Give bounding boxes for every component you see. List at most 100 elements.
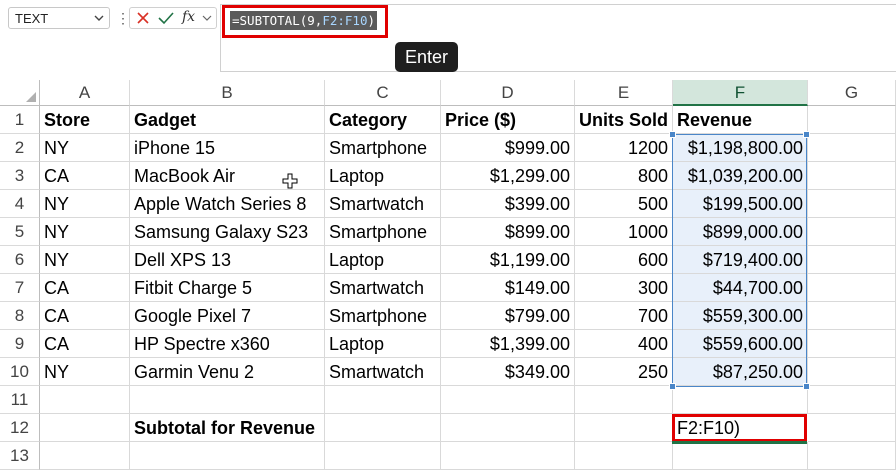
column-header-d[interactable]: D (441, 80, 575, 106)
enter-check-icon[interactable] (158, 11, 174, 25)
cell-d4[interactable]: $399.00 (441, 190, 575, 218)
cell-g12[interactable] (808, 414, 896, 442)
cell-b2[interactable]: iPhone 15 (130, 134, 325, 162)
cell-b9[interactable]: HP Spectre x360 (130, 330, 325, 358)
cell-c6[interactable]: Laptop (325, 246, 441, 274)
cell-e11[interactable] (575, 386, 673, 414)
row-header-6[interactable]: 6 (0, 246, 40, 274)
cell-b6[interactable]: Dell XPS 13 (130, 246, 325, 274)
cell-c9[interactable]: Laptop (325, 330, 441, 358)
cell-a6[interactable]: NY (40, 246, 130, 274)
cell-b5[interactable]: Samsung Galaxy S23 (130, 218, 325, 246)
chevron-down-icon[interactable] (93, 12, 105, 24)
cell-g11[interactable] (808, 386, 896, 414)
cell-c10[interactable]: Smartwatch (325, 358, 441, 386)
cell-g6[interactable] (808, 246, 896, 274)
cell-d11[interactable] (441, 386, 575, 414)
cell-c7[interactable]: Smartwatch (325, 274, 441, 302)
cell-c2[interactable]: Smartphone (325, 134, 441, 162)
cell-g9[interactable] (808, 330, 896, 358)
cell-b13[interactable] (130, 442, 325, 470)
cell-f7[interactable]: $44,700.00 (673, 274, 808, 302)
cell-d8[interactable]: $799.00 (441, 302, 575, 330)
name-box[interactable]: TEXT (8, 7, 110, 29)
cell-d1[interactable]: Price ($) (441, 106, 575, 134)
cell-a13[interactable] (40, 442, 130, 470)
cell-b8[interactable]: Google Pixel 7 (130, 302, 325, 330)
cell-g3[interactable] (808, 162, 896, 190)
cell-d9[interactable]: $1,399.00 (441, 330, 575, 358)
row-header-10[interactable]: 10 (0, 358, 40, 386)
cell-g5[interactable] (808, 218, 896, 246)
cell-a8[interactable]: CA (40, 302, 130, 330)
cell-e5[interactable]: 1000 (575, 218, 673, 246)
cell-d13[interactable] (441, 442, 575, 470)
column-header-a[interactable]: A (40, 80, 130, 106)
row-header-4[interactable]: 4 (0, 190, 40, 218)
cancel-icon[interactable] (136, 11, 150, 25)
cell-b10[interactable]: Garmin Venu 2 (130, 358, 325, 386)
cell-b11[interactable] (130, 386, 325, 414)
select-all-icon[interactable] (26, 92, 36, 102)
cell-g13[interactable] (808, 442, 896, 470)
cell-d2[interactable]: $999.00 (441, 134, 575, 162)
cell-f4[interactable]: $199,500.00 (673, 190, 808, 218)
cell-f10[interactable]: $87,250.00 (673, 358, 808, 386)
range-handle-bottom-left[interactable] (669, 383, 676, 390)
cell-g8[interactable] (808, 302, 896, 330)
cell-a9[interactable]: CA (40, 330, 130, 358)
cell-e3[interactable]: 800 (575, 162, 673, 190)
range-handle-bottom-right[interactable] (803, 383, 810, 390)
cell-b7[interactable]: Fitbit Charge 5 (130, 274, 325, 302)
cell-e13[interactable] (575, 442, 673, 470)
cell-a12[interactable] (40, 414, 130, 442)
cell-c1[interactable]: Category (325, 106, 441, 134)
range-handle-top-left[interactable] (669, 131, 676, 138)
column-header-g[interactable]: G (808, 80, 896, 106)
cell-e10[interactable]: 250 (575, 358, 673, 386)
row-header-8[interactable]: 8 (0, 302, 40, 330)
row-header-9[interactable]: 9 (0, 330, 40, 358)
row-header-13[interactable]: 13 (0, 442, 40, 470)
subtotal-label[interactable]: Subtotal for Revenue (130, 414, 325, 442)
cell-f6[interactable]: $719,400.00 (673, 246, 808, 274)
cell-a5[interactable]: NY (40, 218, 130, 246)
row-header-3[interactable]: 3 (0, 162, 40, 190)
cell-a1[interactable]: Store (40, 106, 130, 134)
cell-a4[interactable]: NY (40, 190, 130, 218)
cell-a7[interactable]: CA (40, 274, 130, 302)
cell-d3[interactable]: $1,299.00 (441, 162, 575, 190)
column-header-b[interactable]: B (130, 80, 325, 106)
cell-e6[interactable]: 600 (575, 246, 673, 274)
cell-e1[interactable]: Units Sold (575, 106, 673, 134)
cell-b1[interactable]: Gadget (130, 106, 325, 134)
cell-c13[interactable] (325, 442, 441, 470)
cell-g10[interactable] (808, 358, 896, 386)
cell-a10[interactable]: NY (40, 358, 130, 386)
chevron-down-icon[interactable] (202, 13, 212, 23)
cell-f5[interactable]: $899,000.00 (673, 218, 808, 246)
row-header-12[interactable]: 12 (0, 414, 40, 442)
column-header-e[interactable]: E (575, 80, 673, 106)
cell-e8[interactable]: 700 (575, 302, 673, 330)
cell-e2[interactable]: 1200 (575, 134, 673, 162)
column-header-f[interactable]: F (673, 80, 808, 106)
cell-f9[interactable]: $559,600.00 (673, 330, 808, 358)
cell-e9[interactable]: 400 (575, 330, 673, 358)
cell-a2[interactable]: NY (40, 134, 130, 162)
row-header-2[interactable]: 2 (0, 134, 40, 162)
cell-d7[interactable]: $149.00 (441, 274, 575, 302)
more-options-icon[interactable]: ⋮ (116, 10, 130, 26)
cell-d6[interactable]: $1,199.00 (441, 246, 575, 274)
cell-f11[interactable] (673, 386, 808, 414)
cell-d5[interactable]: $899.00 (441, 218, 575, 246)
cell-c4[interactable]: Smartwatch (325, 190, 441, 218)
cell-e4[interactable]: 500 (575, 190, 673, 218)
cell-f13[interactable] (673, 442, 808, 470)
cell-b4[interactable]: Apple Watch Series 8 (130, 190, 325, 218)
cell-a11[interactable] (40, 386, 130, 414)
row-header-1[interactable]: 1 (0, 106, 40, 134)
cell-f3[interactable]: $1,039,200.00 (673, 162, 808, 190)
cell-g4[interactable] (808, 190, 896, 218)
cell-g2[interactable] (808, 134, 896, 162)
